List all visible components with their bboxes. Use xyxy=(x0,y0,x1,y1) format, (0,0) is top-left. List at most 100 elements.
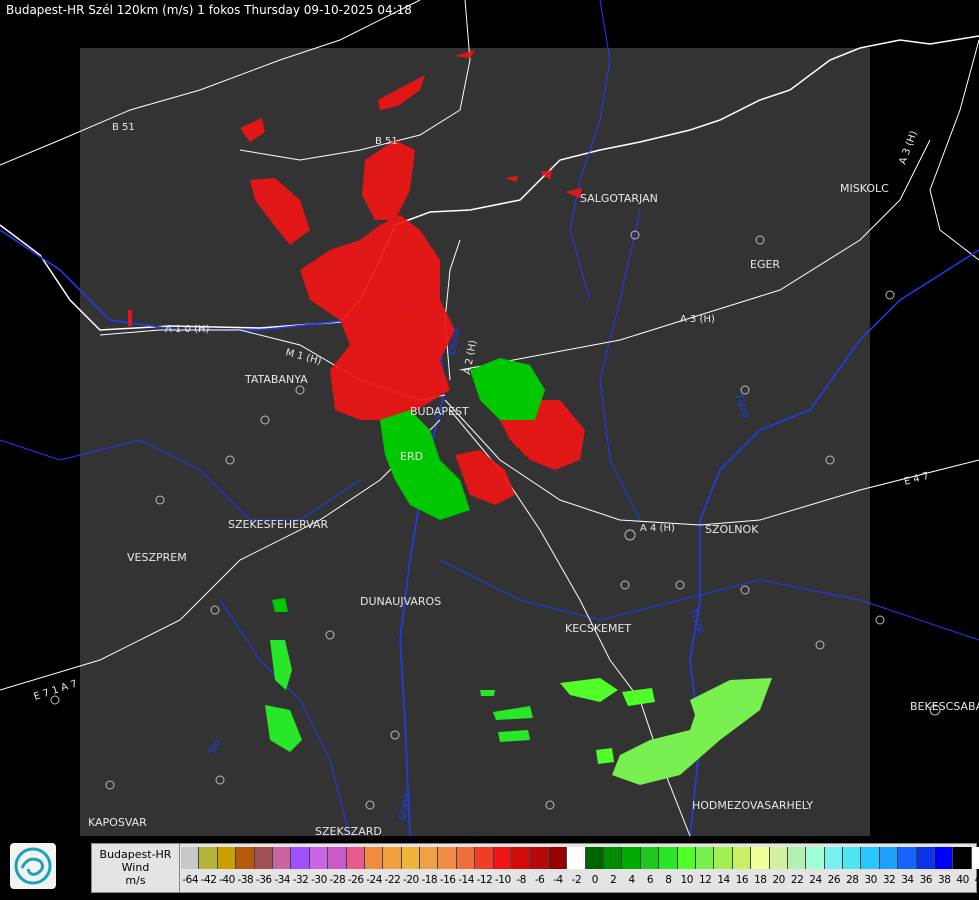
country-border-east xyxy=(929,39,979,261)
place-dunaujvaros: DUNAUJVAROS xyxy=(360,595,441,608)
legend-swatches xyxy=(181,847,979,871)
legend-tick: -42 xyxy=(200,874,217,886)
legend-swatch xyxy=(843,847,862,869)
place-hodmezovasarhely: HODMEZOVASARHELY xyxy=(692,799,813,812)
legend-swatch xyxy=(585,847,604,869)
legend-tick: -22 xyxy=(384,874,401,886)
legend-swatch xyxy=(769,847,788,869)
legend-swatch xyxy=(272,847,292,869)
legend-tick: 26 xyxy=(827,874,841,886)
legend-tick: 12 xyxy=(698,874,712,886)
legend-swatch xyxy=(714,847,733,869)
radar-map: Duna Duna Tisza Sio Tisza B 51 B 51 M 1 … xyxy=(0,0,979,838)
legend-swatch xyxy=(548,847,568,869)
legend-swatch xyxy=(806,847,825,869)
legend-tick: 14 xyxy=(717,874,730,886)
legend-swatch xyxy=(328,847,347,869)
legend-tick: -24 xyxy=(366,874,382,886)
legend-swatch xyxy=(493,847,513,869)
place-eger: EGER xyxy=(750,258,780,271)
legend-product: Budapest-HR xyxy=(99,848,172,861)
legend-swatch xyxy=(364,847,384,869)
legend-swatch xyxy=(971,847,979,869)
legend-tick: -32 xyxy=(292,874,309,886)
place-szekszard: SZEKSZARD xyxy=(315,825,382,838)
legend-tick: -18 xyxy=(421,874,438,886)
map-title: Budapest-HR Szél 120km (m/s) 1 fokos Thu… xyxy=(6,3,412,17)
legend-tick: -16 xyxy=(439,874,456,886)
legend-unit: m/s xyxy=(125,874,146,887)
legend-tick: 8 xyxy=(665,874,672,886)
legend-tick: -28 xyxy=(329,874,346,886)
legend-swatch xyxy=(401,847,421,869)
legend-tick: -6 xyxy=(534,874,545,886)
legend-title: Budapest-HR Wind m/s xyxy=(92,844,180,892)
place-miskolc: MISKOLC xyxy=(840,182,889,195)
legend-tick: 16 xyxy=(735,874,749,886)
legend-swatch xyxy=(659,847,678,869)
legend-swatch xyxy=(603,847,623,869)
legend-tick: 36 xyxy=(919,874,933,886)
legend-swatch xyxy=(438,847,457,869)
road-label-a3-2: A 3 (H) xyxy=(897,129,919,166)
place-kecskemet: KECSKEMET xyxy=(565,622,631,635)
legend-tick: 0 xyxy=(591,874,599,886)
legend-swatch xyxy=(935,847,954,869)
road-label-a3: A 3 (H) xyxy=(680,314,715,325)
legend-tick: -30 xyxy=(311,874,327,886)
legend-swatch xyxy=(751,847,770,869)
legend-ticks: -64 -42 -40 -38 -36 -34 -32 -30 -28 -26 -24 -22 -20-… xyxy=(181,874,979,890)
legend-tick: 38 xyxy=(938,874,951,886)
place-salgotarjan: SALGOTARJAN xyxy=(580,192,658,205)
legend-swatch xyxy=(622,847,641,869)
legend-tick: 4 xyxy=(628,874,635,886)
legend-quantity: Wind xyxy=(121,861,150,874)
legend-tick: 6 xyxy=(646,874,654,886)
logo-icon xyxy=(10,843,56,889)
place-erd: ERD xyxy=(400,450,423,463)
place-budapest: BUDAPEST xyxy=(410,405,469,418)
color-legend: Budapest-HR Wind m/s -64 -42 -40 -38 -36 -34-… xyxy=(91,843,979,893)
legend-swatch xyxy=(346,847,365,869)
legend-swatch xyxy=(309,847,329,869)
legend-swatch xyxy=(695,847,715,869)
place-kaposvar: KAPOSVAR xyxy=(88,816,147,829)
legend-tick: 24 xyxy=(809,874,822,886)
legend-tick: 28 xyxy=(846,874,859,886)
legend-tick: -10 xyxy=(495,874,511,886)
legend-swatch xyxy=(861,847,880,869)
legend-swatch xyxy=(732,847,752,869)
legend-swatch xyxy=(181,847,200,869)
legend-swatch xyxy=(217,847,237,869)
legend-tick: 40 xyxy=(956,874,969,886)
legend-tick: 10 xyxy=(680,874,694,886)
legend-tick: -2 xyxy=(571,874,582,886)
radar-coverage-area xyxy=(80,48,870,836)
legend-tick: -14 xyxy=(458,874,474,886)
legend-tick: 22 xyxy=(790,874,804,886)
legend-tick: -20 xyxy=(403,874,419,886)
road-label-e47: E 4 7 xyxy=(903,471,930,488)
road-label-a10: A 1 0 (H) xyxy=(165,324,210,335)
legend-swatch xyxy=(677,847,696,869)
legend-swatch xyxy=(567,847,586,869)
legend-swatch xyxy=(512,847,531,869)
legend-tick: -64 xyxy=(182,874,199,886)
legend-tick: -34 xyxy=(274,874,290,886)
place-szolnok: SZOLNOK xyxy=(705,523,759,536)
legend-tick: -4 xyxy=(553,874,563,886)
road-label-b51-2: B 51 xyxy=(375,136,398,147)
legend-swatch xyxy=(824,847,844,869)
legend-swatch xyxy=(475,847,494,869)
legend-tick: -36 xyxy=(255,874,272,886)
road-label-b51: B 51 xyxy=(112,122,135,133)
legend-swatch xyxy=(916,847,936,869)
legend-swatch xyxy=(953,847,972,869)
place-veszprem: VESZPREM xyxy=(127,551,187,564)
legend-tick: -40 xyxy=(219,874,235,886)
road-label-e71: E 7 1 A 7 xyxy=(33,678,79,702)
legend-tick: 30 xyxy=(864,874,877,886)
legend-tick: 34 xyxy=(901,874,914,886)
legend-tick: -26 xyxy=(347,874,364,886)
legend-swatch xyxy=(236,847,255,869)
